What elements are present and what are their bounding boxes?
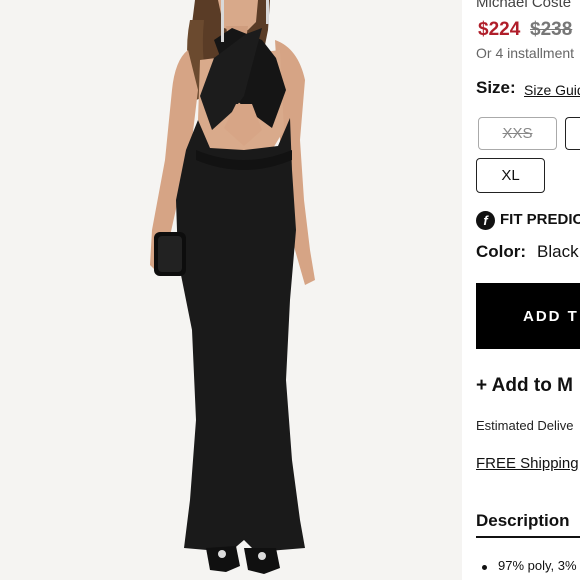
estimated-delivery-text: Estimated Delive xyxy=(476,418,574,433)
installments-text: Or 4 installment xyxy=(476,45,575,61)
size-option-xxs[interactable]: XXS xyxy=(478,117,557,150)
brand-name[interactable]: Michael Coste xyxy=(476,0,571,11)
sale-price: $224 xyxy=(478,19,521,40)
color-value: Black xyxy=(537,242,579,261)
description-bullet: 97% poly, 3% s xyxy=(498,558,580,573)
product-photo xyxy=(0,0,462,580)
color-label: Color: xyxy=(476,242,527,261)
description-tab-underline xyxy=(476,536,580,538)
fit-predictor-icon: f xyxy=(476,211,495,230)
size-option-xl[interactable]: XL xyxy=(476,158,545,193)
size-label: Size: xyxy=(476,78,516,97)
add-to-bag-button[interactable]: ADD T xyxy=(476,283,580,349)
model-wearing-dress-image xyxy=(0,0,462,580)
fit-predictor-link[interactable]: FIT PREDIC xyxy=(500,211,580,228)
original-price: $238 xyxy=(530,19,573,40)
bullet-icon xyxy=(482,565,487,570)
description-tab[interactable]: Description xyxy=(476,511,570,531)
add-to-wishlist-link[interactable]: + Add to M xyxy=(476,375,573,397)
size-guide-link[interactable]: Size Guid xyxy=(524,82,580,98)
size-option-next-partial[interactable] xyxy=(565,117,580,150)
product-info-panel: Michael Coste $224 $238 Or 4 installment… xyxy=(462,0,580,580)
free-shipping-link[interactable]: FREE Shipping xyxy=(476,455,579,472)
